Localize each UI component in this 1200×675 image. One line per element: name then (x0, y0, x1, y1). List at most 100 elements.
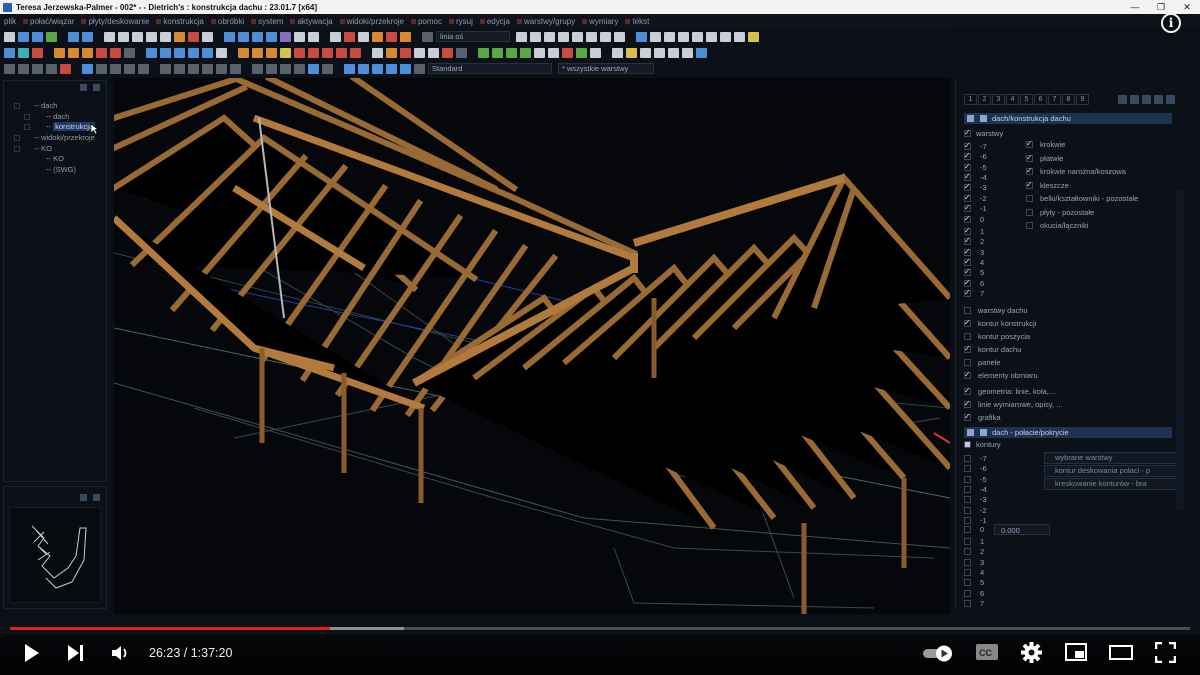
props-icon[interactable] (654, 47, 665, 58)
element-row[interactable]: belki/kształtowniki - pozostałe (1026, 193, 1138, 204)
element-row-checkbox[interactable] (1026, 195, 1033, 202)
volume-icon[interactable] (111, 644, 131, 662)
wall-icon[interactable] (330, 31, 341, 42)
elevation-icon[interactable] (174, 47, 185, 58)
arc-icon[interactable] (558, 31, 569, 42)
batten-icon[interactable] (266, 47, 277, 58)
level-row-checkbox[interactable] (964, 256, 971, 267)
menu-obrobki[interactable]: obróbki (211, 17, 244, 26)
maximize-button[interactable]: ❐ (1148, 2, 1174, 13)
angle-line-icon[interactable] (216, 63, 227, 74)
level2-row-checkbox[interactable] (964, 599, 971, 607)
group-header-polacie[interactable]: dach - połacie/pokrycie (964, 427, 1172, 438)
grid-view-icon[interactable] (1142, 95, 1151, 104)
menu-plik[interactable]: plik (4, 17, 16, 26)
snap-intersect-icon[interactable] (82, 63, 93, 74)
notch-icon[interactable] (294, 47, 305, 58)
level-row-checkbox[interactable] (964, 192, 971, 203)
play-icon[interactable] (23, 643, 41, 663)
option-row[interactable]: kontur poszycia (964, 331, 1030, 342)
option-row[interactable]: linie wymiarowe, opisy, ... (964, 398, 1062, 410)
level-row-checkbox[interactable] (964, 266, 971, 277)
highlight-icon[interactable] (626, 47, 637, 58)
joint-icon[interactable] (280, 47, 291, 58)
option-row-checkbox[interactable] (964, 369, 971, 380)
green-edge-icon[interactable] (492, 47, 503, 58)
visibility-icon[interactable] (24, 113, 30, 120)
valley-icon[interactable] (110, 47, 121, 58)
level-row-checkbox[interactable] (964, 246, 971, 257)
aux-line-icon[interactable] (174, 63, 185, 74)
level-row-checkbox[interactable] (964, 235, 971, 246)
level-zero-row[interactable]: 0 (964, 213, 984, 225)
level-checkbox[interactable] (964, 526, 971, 533)
element-row[interactable]: krokwie (1026, 138, 1065, 150)
roof-icon[interactable] (174, 31, 185, 42)
option-row[interactable]: kontur dachu (964, 343, 1021, 355)
list-view-icon[interactable] (1130, 95, 1139, 104)
dimension-icon[interactable] (692, 31, 703, 42)
plan-icon[interactable] (202, 31, 213, 42)
collar-icon[interactable] (386, 47, 397, 58)
delete-icon[interactable] (32, 47, 43, 58)
rotate-icon[interactable] (188, 47, 199, 58)
element-row-checkbox[interactable] (1026, 222, 1033, 229)
tree-item-swg[interactable]: -- (SWG) (4, 165, 106, 176)
brace-icon[interactable] (400, 47, 411, 58)
align-icon[interactable] (1118, 95, 1127, 104)
level-row-checkbox[interactable] (964, 277, 971, 288)
level-row[interactable]: 7 (964, 287, 984, 299)
zoom-window-icon[interactable] (252, 31, 263, 42)
group-header-konstrukcja[interactable]: dach/konstrukcja dachu (964, 113, 1172, 124)
bolt-icon[interactable] (350, 47, 361, 58)
zoom-in-icon[interactable] (224, 31, 235, 42)
view-side-icon[interactable] (132, 31, 143, 42)
timber-icon[interactable] (238, 47, 249, 58)
line-icon[interactable] (516, 31, 527, 42)
option-row-checkbox[interactable] (964, 307, 971, 314)
next-icon[interactable] (67, 644, 85, 662)
panel-menu-icon[interactable] (93, 83, 100, 91)
snap-end-icon[interactable] (32, 63, 43, 74)
element-row[interactable]: kleszcze (1026, 179, 1069, 191)
element-row-checkbox[interactable] (1026, 208, 1033, 216)
navigator-preview[interactable] (9, 507, 101, 603)
snap-off-icon[interactable] (60, 63, 71, 74)
snap-center-icon[interactable] (46, 63, 57, 74)
panel-menu-icon[interactable] (93, 493, 100, 501)
undo-icon[interactable] (68, 31, 79, 42)
red-mark-icon[interactable] (562, 47, 573, 58)
open-file-icon[interactable] (18, 31, 29, 42)
element-row-checkbox[interactable] (1026, 152, 1033, 163)
layout-icon[interactable] (640, 47, 651, 58)
zoom-all-icon[interactable] (266, 31, 277, 42)
level-row-checkbox[interactable] (964, 287, 971, 298)
level2-row-checkbox[interactable] (964, 548, 971, 556)
offset-icon[interactable] (586, 31, 597, 42)
bisector-icon[interactable] (230, 63, 241, 74)
print-icon[interactable] (696, 47, 707, 58)
layer-select[interactable]: * wszystkie warstwy (558, 63, 654, 74)
view-right-small-icon[interactable] (386, 63, 397, 74)
menu-tekst[interactable]: tekst (625, 17, 649, 26)
select-icon[interactable] (4, 47, 15, 58)
zero-value-field[interactable]: 0.000 (994, 524, 1050, 535)
insulation-icon[interactable] (456, 47, 467, 58)
view-front-small-icon[interactable] (344, 63, 355, 74)
rectangle-icon[interactable] (530, 31, 541, 42)
cut-icon[interactable] (216, 47, 227, 58)
move-icon[interactable] (18, 47, 29, 58)
minimize-button[interactable]: — (1122, 2, 1148, 12)
element-row[interactable]: płyty - pozostałe (1026, 207, 1094, 218)
option-row-checkbox[interactable] (964, 317, 971, 328)
beam-icon[interactable] (344, 31, 355, 42)
zoom-out-icon[interactable] (238, 31, 249, 42)
tab-5[interactable]: 5 (1020, 94, 1033, 105)
view-iso-small-icon[interactable] (400, 63, 411, 74)
menu-polac-wiazar[interactable]: połać/wiązar (23, 17, 74, 26)
level2-row-checkbox[interactable] (964, 475, 971, 483)
export-icon[interactable] (46, 31, 57, 42)
green-plane-icon[interactable] (478, 47, 489, 58)
view-top-icon[interactable] (104, 31, 115, 42)
ortho-line-icon[interactable] (188, 63, 199, 74)
